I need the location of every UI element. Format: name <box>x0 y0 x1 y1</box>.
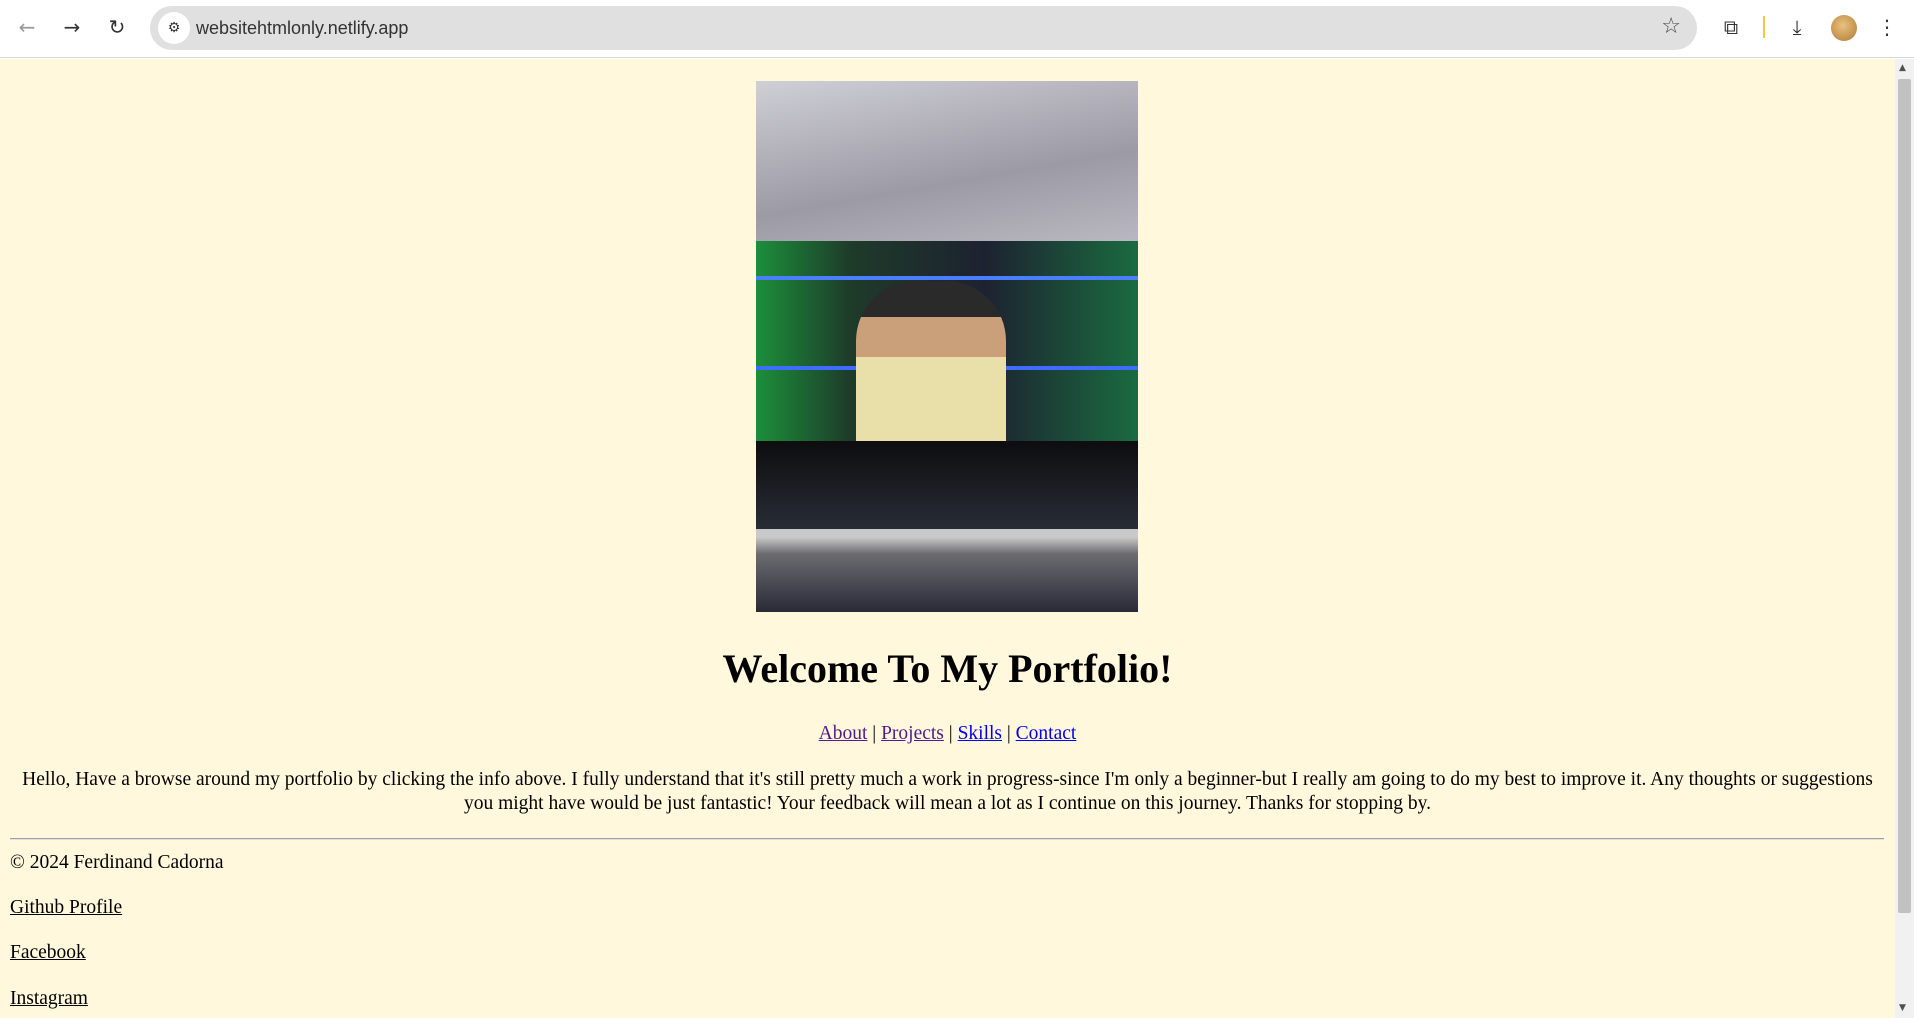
browser-toolbar: ← → ↻ ⚙ websitehtmlonly.netlify.app ☆ ⧉ … <box>0 0 1914 58</box>
nav-about-link[interactable]: About <box>819 723 868 744</box>
copyright: © 2024 Ferdinand Cadorna <box>10 852 224 874</box>
intro-paragraph: Hello, Have a browse around my portfolio… <box>10 768 1885 816</box>
divider <box>10 838 1884 840</box>
nav-contact-link[interactable]: Contact <box>1016 723 1077 744</box>
scroll-up-icon[interactable]: ▲ <box>1899 63 1906 73</box>
reload-icon[interactable]: ↻ <box>103 13 131 41</box>
portfolio-photo <box>756 81 1138 612</box>
nav-separator: | <box>1007 723 1011 744</box>
toolbar-divider <box>1763 16 1765 38</box>
url-text[interactable]: websitehtmlonly.netlify.app <box>196 18 408 39</box>
extensions-icon[interactable]: ⧉ <box>1717 13 1745 41</box>
page-content: Welcome To My Portfolio! About | Project… <box>0 59 1895 1018</box>
back-icon[interactable]: ← <box>13 13 41 41</box>
bookmark-star-icon[interactable]: ☆ <box>1661 14 1681 39</box>
scrollbar[interactable]: ▲ ▼ <box>1895 59 1914 1018</box>
profile-avatar[interactable] <box>1831 15 1857 41</box>
scrollbar-thumb[interactable] <box>1898 79 1911 913</box>
instagram-link[interactable]: Instagram <box>10 988 88 1010</box>
nav-separator: | <box>949 723 953 744</box>
facebook-link[interactable]: Facebook <box>10 942 86 964</box>
nav-projects-link[interactable]: Projects <box>881 723 944 744</box>
menu-icon[interactable]: ⋮ <box>1873 13 1901 41</box>
download-icon[interactable]: ⤓ <box>1783 13 1811 41</box>
site-info-icon[interactable]: ⚙ <box>158 12 190 44</box>
address-bar[interactable]: ⚙ websitehtmlonly.netlify.app ☆ <box>150 6 1697 50</box>
main-nav: About | Projects | Skills | Contact <box>0 723 1895 745</box>
scroll-down-icon[interactable]: ▼ <box>1899 1003 1906 1013</box>
nav-separator: | <box>872 723 876 744</box>
forward-icon[interactable]: → <box>58 13 86 41</box>
page-title: Welcome To My Portfolio! <box>0 645 1895 692</box>
github-link[interactable]: Github Profile <box>10 897 122 919</box>
nav-skills-link[interactable]: Skills <box>958 723 1002 744</box>
